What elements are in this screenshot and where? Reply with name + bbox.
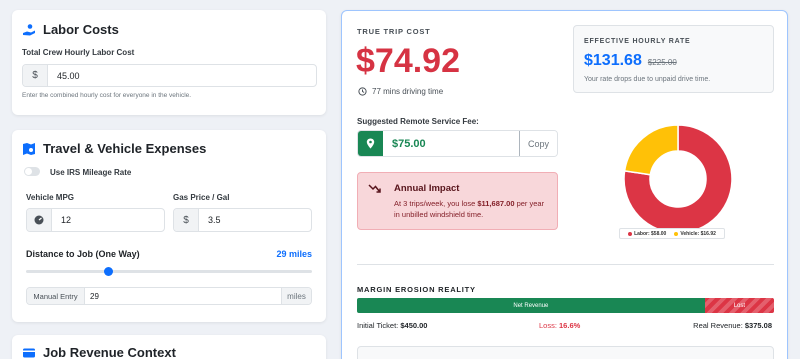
distance-slider-thumb[interactable] (104, 267, 114, 276)
manual-entry-label: Manual Entry (27, 288, 85, 304)
chart-legend: Labor: $58.00 Vehicle: $16.92 (619, 228, 725, 239)
crew-cost-label: Total Crew Hourly Labor Cost (22, 48, 135, 57)
distance-label: Distance to Job (One Way) (26, 249, 140, 259)
wallet-icon (23, 348, 35, 357)
trend-down-icon (368, 184, 381, 193)
divider (357, 264, 774, 265)
donut-slice-vehicle (623, 124, 679, 176)
manual-entry-unit: miles (281, 288, 311, 304)
mpg-value[interactable]: 12 (52, 209, 164, 231)
manual-entry-group[interactable]: Manual Entry 29 miles (26, 287, 312, 305)
annual-impact-alert: Annual Impact At 3 trips/week, you lose … (357, 172, 558, 230)
margin-bar: Net Revenue Lost (357, 298, 774, 313)
real-revenue: Real Revenue: $375.08 (693, 321, 772, 330)
irs-label: Use IRS Mileage Rate (50, 168, 132, 177)
labor-costs-card: Labor Costs Total Crew Hourly Labor Cost… (12, 10, 326, 115)
mpg-input[interactable]: 12 (26, 208, 165, 232)
crew-cost-input[interactable]: $ 45.00 (22, 64, 317, 87)
travel-vehicle-title: Travel & Vehicle Expenses (43, 141, 207, 156)
initial-ticket: Initial Ticket: $450.00 (357, 321, 428, 330)
labor-costs-title: Labor Costs (43, 22, 119, 37)
crew-cost-help: Enter the combined hourly cost for every… (22, 92, 192, 99)
fee-value: $75.00 (392, 137, 426, 150)
location-pin-icon (366, 138, 375, 149)
annual-impact-title: Annual Impact (394, 183, 460, 194)
gauge-icon (34, 215, 44, 225)
gas-price-input[interactable]: $ 3.5 (173, 208, 312, 232)
manual-entry-value[interactable]: 29 (85, 288, 281, 304)
effective-rate-value: $131.68 (584, 52, 642, 69)
annual-impact-amount: $11,687.00 (477, 199, 515, 208)
fee-group: $75.00 Copy (357, 130, 558, 157)
legend-labor: Labor: $58.00 (628, 231, 666, 237)
margin-erosion-title: MARGIN EROSION REALITY (357, 285, 476, 294)
crew-cost-value[interactable]: 45.00 (48, 65, 316, 86)
effective-rate-old: $225.00 (647, 58, 677, 67)
driving-time: 77 mins driving time (372, 87, 444, 96)
effective-rate-box: EFFECTIVE HOURLY RATE $131.68 $225.00 Yo… (573, 25, 774, 93)
fee-label: Suggested Remote Service Fee: (357, 117, 479, 126)
distance-slider-track[interactable] (26, 270, 312, 273)
job-revenue-card: Job Revenue Context (12, 335, 326, 359)
travel-vehicle-card: Travel & Vehicle Expenses Use IRS Mileag… (12, 130, 326, 322)
job-revenue-title: Job Revenue Context (43, 345, 176, 359)
annual-impact-text: At 3 trips/week, you lose $11,687.00 per… (394, 199, 545, 219)
dollar-addon-gas: $ (174, 209, 199, 231)
gas-price-label: Gas Price / Gal (173, 193, 230, 202)
effective-rate-label: EFFECTIVE HOURLY RATE (584, 38, 691, 45)
true-trip-cost-label: TRUE TRIP COST (357, 27, 431, 36)
hand-coin-icon (23, 23, 35, 35)
lost-segment: Lost (704, 298, 774, 313)
effective-rate-note: Your rate drops due to unpaid drive time… (584, 76, 711, 83)
true-trip-cost-value: $74.92 (356, 42, 460, 80)
net-revenue-segment: Net Revenue (357, 298, 705, 313)
distance-value: 29 miles (276, 249, 312, 259)
subcard-stub (357, 346, 774, 359)
history-icon (358, 87, 367, 96)
legend-vehicle: Vehicle: $16.92 (674, 231, 716, 237)
dollar-addon: $ (23, 65, 48, 86)
results-panel: TRUE TRIP COST $74.92 77 mins driving ti… (341, 10, 788, 359)
copy-button[interactable]: Copy (519, 131, 557, 156)
loss-percent: Loss: 16.6% (539, 321, 581, 330)
mpg-label: Vehicle MPG (26, 193, 75, 202)
map-pin-icon (23, 142, 35, 155)
irs-toggle[interactable] (24, 167, 40, 176)
gas-price-value[interactable]: 3.5 (199, 209, 311, 231)
